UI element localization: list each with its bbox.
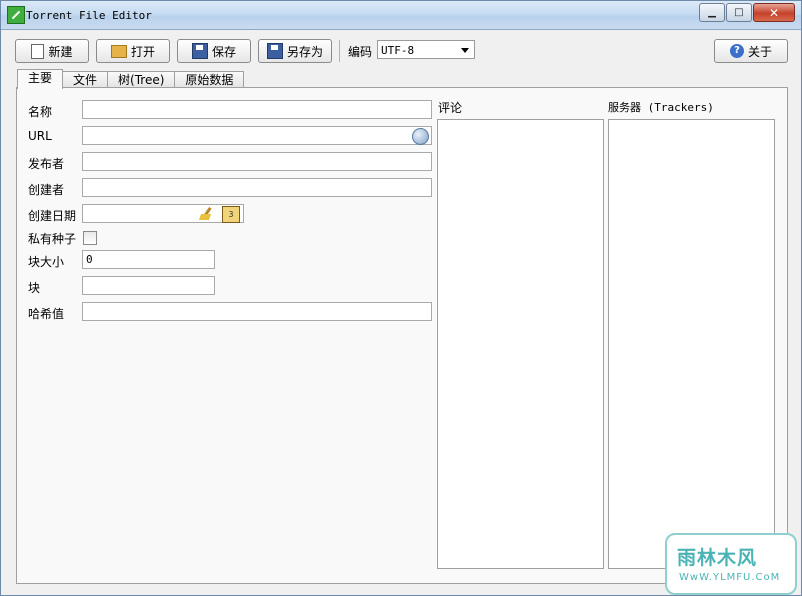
globe-icon[interactable] xyxy=(412,128,429,145)
tab-files[interactable]: 文件 xyxy=(62,71,109,88)
name-label: 名称 xyxy=(28,105,53,119)
hash-label: 哈希值 xyxy=(28,307,65,321)
new-file-icon xyxy=(31,43,45,59)
folder-icon xyxy=(110,44,127,58)
broom-icon[interactable] xyxy=(200,207,214,221)
tab-main[interactable]: 主要 xyxy=(17,69,64,89)
close-button[interactable]: ✕ xyxy=(753,3,795,22)
app-window: Torrent File Editor ▁ □ ✕ 新建 打开 保存 另存为 编… xyxy=(0,0,802,596)
publisher-field[interactable] xyxy=(82,152,432,171)
watermark-text: 雨林木风 xyxy=(677,547,758,569)
name-field[interactable] xyxy=(82,100,432,119)
watermark-logo: 雨林木风 WwW.YLMFU.CoM xyxy=(665,533,797,595)
toolbar-separator xyxy=(339,40,340,62)
app-icon xyxy=(7,6,25,24)
tab-raw-data[interactable]: 原始数据 xyxy=(174,71,245,88)
encoding-value: UTF-8 xyxy=(381,44,415,57)
creator-field[interactable] xyxy=(82,178,432,197)
main-panel: 名称 URL 发布者 创建者 创建日期 3 私有种子 块大小 0 块 哈希值 评… xyxy=(16,87,788,584)
save-button[interactable]: 保存 xyxy=(177,39,251,63)
save-as-button[interactable]: 另存为 xyxy=(258,39,332,63)
created-date-field[interactable]: 3 xyxy=(82,204,244,223)
encoding-label: 编码 xyxy=(348,45,373,59)
publisher-label: 发布者 xyxy=(28,157,65,171)
pieces-field[interactable] xyxy=(82,276,215,295)
url-field[interactable] xyxy=(82,126,432,145)
toolbar: 新建 打开 保存 另存为 编码 UTF-8 ? 关于 xyxy=(1,30,801,68)
watermark-url: WwW.YLMFU.CoM xyxy=(679,572,781,583)
open-button[interactable]: 打开 xyxy=(96,39,170,63)
about-button[interactable]: ? 关于 xyxy=(714,39,788,63)
trackers-list[interactable] xyxy=(608,119,775,569)
chevron-down-icon xyxy=(461,48,469,53)
minimize-button[interactable]: ▁ xyxy=(699,3,725,22)
floppy-disk-icon xyxy=(266,43,283,59)
private-torrent-label: 私有种子 xyxy=(28,232,77,246)
tab-bar: 主要 文件 树(Tree) 原始数据 xyxy=(17,69,245,89)
floppy-disk-icon xyxy=(191,43,208,59)
piece-size-label: 块大小 xyxy=(28,255,65,269)
tab-tree[interactable]: 树(Tree) xyxy=(107,71,176,88)
calendar-icon[interactable]: 3 xyxy=(222,206,240,223)
about-button-label: 关于 xyxy=(747,44,772,59)
save-as-button-label: 另存为 xyxy=(286,44,323,59)
piece-size-field[interactable]: 0 xyxy=(82,250,215,269)
save-button-label: 保存 xyxy=(211,44,236,59)
pieces-label: 块 xyxy=(28,281,41,295)
window-controls: ▁ □ ✕ xyxy=(698,3,795,22)
maximize-button[interactable]: □ xyxy=(726,3,752,22)
open-button-label: 打开 xyxy=(130,44,155,59)
new-button-label: 新建 xyxy=(48,44,73,59)
hash-field[interactable] xyxy=(82,302,432,321)
comments-label: 评论 xyxy=(438,101,463,115)
help-icon: ? xyxy=(729,44,744,58)
created-date-label: 创建日期 xyxy=(28,209,77,223)
creator-label: 创建者 xyxy=(28,183,65,197)
comments-box[interactable] xyxy=(437,119,604,569)
window-title: Torrent File Editor xyxy=(26,9,152,22)
title-bar[interactable]: Torrent File Editor ▁ □ ✕ xyxy=(1,1,801,30)
trackers-label: 服务器 (Trackers) xyxy=(608,101,714,114)
private-torrent-checkbox[interactable] xyxy=(83,231,97,245)
encoding-select[interactable]: UTF-8 xyxy=(377,40,475,59)
url-label: URL xyxy=(28,129,52,143)
new-button[interactable]: 新建 xyxy=(15,39,89,63)
